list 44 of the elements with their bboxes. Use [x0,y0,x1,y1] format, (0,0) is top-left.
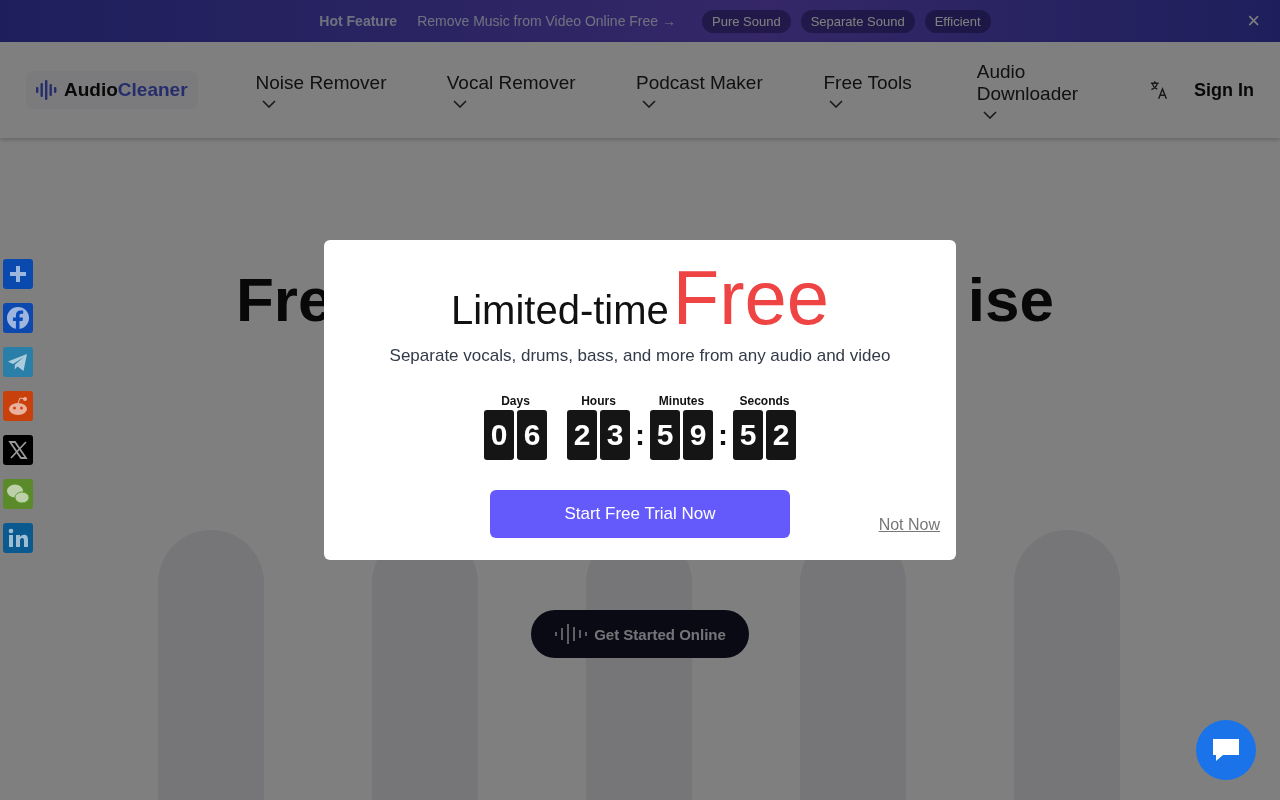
reddit-icon[interactable] [3,391,33,421]
countdown-label: Days [501,394,530,408]
waveform-icon [554,622,589,646]
nav-item[interactable]: Podcast Maker [630,68,784,112]
logo[interactable]: AudioCleaner [26,71,198,109]
get-started-button[interactable]: Get Started Online [531,610,749,658]
promo-label: Hot Feature [319,13,398,29]
x-icon[interactable] [3,435,33,465]
countdown-digit: 5 [650,410,680,460]
countdown-digit: 0 [484,410,514,460]
start-trial-button[interactable]: Start Free Trial Now [490,490,790,538]
nav-item[interactable]: Free Tools [817,68,937,112]
share-icon[interactable] [3,259,33,289]
facebook-icon[interactable] [3,303,33,333]
dialog-subtitle: Separate vocals, drums, bass, and more from any audio and video [389,346,891,366]
countdown-digit: 3 [600,410,630,460]
promo-link[interactable]: Remove Music from Video Online Free → [417,13,676,29]
chat-button[interactable] [1196,720,1256,780]
close-button[interactable]: × [1241,9,1266,33]
countdown-digit: 2 [766,410,796,460]
nav-item[interactable]: Noise Remover [249,68,407,112]
hero-title-fragment: ise [967,266,1054,335]
translate-icon[interactable] [1148,80,1168,100]
dialog-title-highlight: Free [672,260,830,336]
countdown-digit: 2 [567,410,597,460]
countdown-label: Minutes [658,394,705,408]
telegram-icon[interactable] [3,347,33,377]
waveform-icon [36,80,58,100]
chat-icon [1211,736,1241,764]
dialog-title: Limited-time [450,290,669,330]
countdown-digit: 5 [733,410,763,460]
logo-text: AudioCleaner [64,79,188,101]
countdown-label: Seconds [739,394,790,408]
linkedin-icon[interactable] [3,523,33,553]
sign-in-link[interactable]: Sign In [1194,79,1254,101]
time-separator: : [634,417,646,453]
nav-item[interactable]: Audio Downloader [970,57,1133,123]
nav-item[interactable]: Vocal Remover [440,68,597,112]
not-now-link[interactable]: Not Now [878,516,940,534]
wechat-icon[interactable] [3,479,33,509]
countdown-digit: 9 [683,410,713,460]
countdown-label: Hours [581,394,616,408]
countdown-digit: 6 [517,410,547,460]
time-separator: : [717,417,729,453]
